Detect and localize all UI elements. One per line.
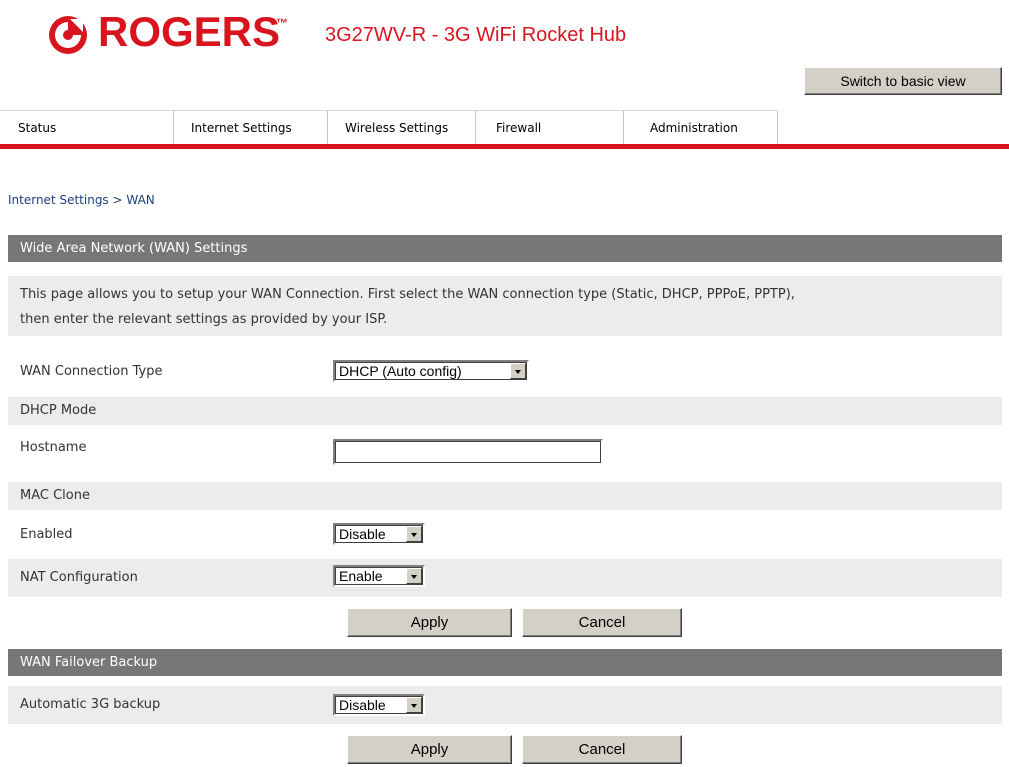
hostname-input[interactable] bbox=[333, 439, 603, 465]
connection-type-select[interactable]: DHCP (Auto config) bbox=[333, 360, 529, 382]
mac-clone-label: MAC Clone bbox=[20, 488, 90, 503]
dropdown-arrow-icon[interactable] bbox=[406, 568, 422, 584]
mac-clone-enabled-select[interactable]: Disable bbox=[333, 523, 425, 545]
failover-header: WAN Failover Backup bbox=[8, 649, 1002, 676]
wan-cancel-button[interactable]: Cancel bbox=[522, 608, 682, 637]
tab-status[interactable]: Status bbox=[0, 110, 174, 144]
main-nav-tabs: Status Internet Settings Wireless Settin… bbox=[0, 110, 1009, 144]
switch-basic-view-button[interactable]: Switch to basic view bbox=[804, 67, 1002, 95]
wan-settings-header: Wide Area Network (WAN) Settings bbox=[8, 235, 1002, 262]
product-title: 3G27WV-R - 3G WiFi Rocket Hub bbox=[325, 24, 627, 46]
failover-apply-button[interactable]: Apply bbox=[347, 735, 512, 764]
auto-backup-select[interactable]: Disable bbox=[333, 694, 425, 716]
tab-firewall[interactable]: Firewall bbox=[476, 110, 624, 144]
trademark-symbol: ™ bbox=[276, 16, 288, 30]
mac-clone-enabled-row: Enabled Disable bbox=[8, 517, 1002, 555]
mac-clone-row: MAC Clone bbox=[8, 482, 1002, 510]
tab-internet-settings[interactable]: Internet Settings bbox=[174, 110, 328, 144]
dropdown-arrow-icon[interactable] bbox=[510, 363, 526, 379]
hostname-row: Hostname bbox=[8, 432, 1002, 470]
hostname-label: Hostname bbox=[20, 440, 87, 455]
dhcp-mode-label: DHCP Mode bbox=[20, 403, 97, 418]
wan-description: This page allows you to setup your WAN C… bbox=[20, 282, 795, 332]
rogers-logo-icon bbox=[49, 16, 87, 54]
nat-config-select[interactable]: Enable bbox=[333, 565, 425, 587]
wan-description-line-2: then enter the relevant settings as prov… bbox=[20, 312, 388, 327]
connection-type-label: WAN Connection Type bbox=[20, 364, 163, 379]
wan-description-line-1: This page allows you to setup your WAN C… bbox=[20, 287, 795, 302]
breadcrumb: Internet Settings > WAN bbox=[8, 193, 155, 207]
nat-config-value: Enable bbox=[339, 568, 383, 584]
tab-wireless-settings[interactable]: Wireless Settings bbox=[328, 110, 476, 144]
failover-actions-row: Apply Cancel bbox=[8, 730, 1002, 767]
wan-description-row: This page allows you to setup your WAN C… bbox=[8, 276, 1002, 336]
auto-backup-value: Disable bbox=[339, 697, 386, 713]
nav-divider bbox=[0, 144, 1009, 149]
mac-clone-enabled-label: Enabled bbox=[20, 527, 73, 542]
dropdown-arrow-icon[interactable] bbox=[406, 697, 422, 713]
brand-name: ROGERS bbox=[98, 8, 281, 55]
auto-backup-label: Automatic 3G backup bbox=[20, 697, 161, 712]
tab-administration[interactable]: Administration bbox=[624, 110, 778, 144]
connection-type-value: DHCP (Auto config) bbox=[339, 363, 462, 379]
failover-cancel-button[interactable]: Cancel bbox=[522, 735, 682, 764]
auto-backup-row: Automatic 3G backup Disable bbox=[8, 686, 1002, 724]
wan-actions-row: Apply Cancel bbox=[8, 603, 1002, 641]
nat-config-row: NAT Configuration Enable bbox=[8, 559, 1002, 597]
mac-clone-enabled-value: Disable bbox=[339, 526, 386, 542]
dropdown-arrow-icon[interactable] bbox=[406, 526, 422, 542]
nat-config-label: NAT Configuration bbox=[20, 570, 138, 585]
connection-type-row: WAN Connection Type DHCP (Auto config) bbox=[8, 352, 1002, 390]
wan-apply-button[interactable]: Apply bbox=[347, 608, 512, 637]
dhcp-mode-row: DHCP Mode bbox=[8, 397, 1002, 425]
